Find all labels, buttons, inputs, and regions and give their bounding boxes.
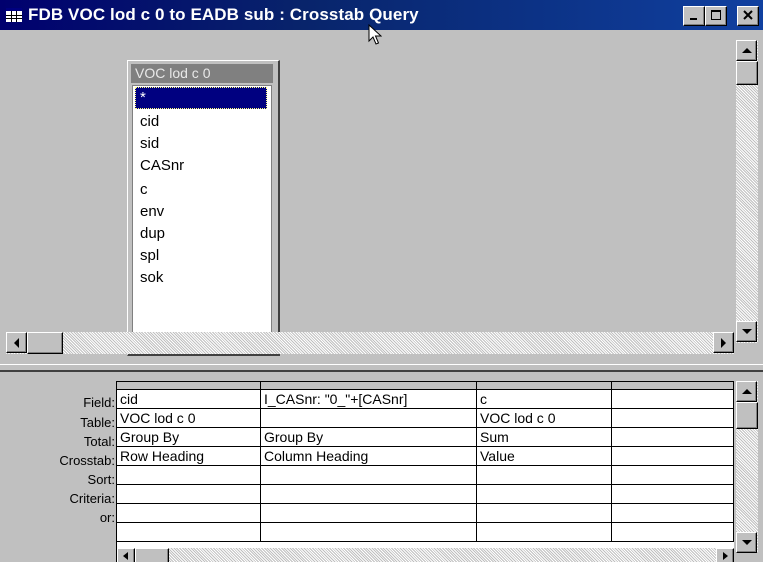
upper-scroll-right-button[interactable] <box>713 332 734 353</box>
column-selector-4[interactable] <box>612 382 734 390</box>
row-label-total: Total: <box>83 434 115 449</box>
upper-horizontal-scrollbar[interactable] <box>6 332 734 354</box>
upper-hscroll-thumb[interactable] <box>27 332 63 354</box>
grid-cell[interactable] <box>477 523 612 542</box>
field-item-spl[interactable]: spl <box>135 245 267 267</box>
row-label-criteria: Criteria: <box>69 491 115 506</box>
grid-cell[interactable]: I_CASnr: "0_"+[CASnr] <box>261 390 477 409</box>
query-design-grid[interactable]: cid VOC lod c 0 Group By Row Heading I_C… <box>116 381 734 562</box>
column-selector-1[interactable] <box>117 382 261 390</box>
upper-scroll-down-button[interactable] <box>736 321 757 342</box>
grid-cell[interactable]: Row Heading <box>117 447 261 466</box>
upper-vertical-scrollbar[interactable] <box>736 40 758 343</box>
grid-vscroll-thumb[interactable] <box>736 402 758 429</box>
grid-scroll-down-button[interactable] <box>736 532 757 553</box>
mouse-cursor-icon <box>368 23 383 51</box>
minimize-button[interactable] <box>683 6 705 26</box>
field-list-title[interactable]: VOC lod c 0 <box>131 64 273 83</box>
grid-cell[interactable] <box>261 409 477 428</box>
grid-cell[interactable] <box>612 485 734 504</box>
row-label-table: Table: <box>80 415 115 430</box>
upper-scroll-left-button[interactable] <box>6 332 27 353</box>
grid-cell[interactable] <box>477 504 612 523</box>
grid-row-labels: Field: Table: Total: Crosstab: Sort: Cri… <box>3 374 115 561</box>
query-design-window: FDB VOC lod c 0 to EADB sub : Crosstab Q… <box>0 0 763 562</box>
field-item-sid[interactable]: sid <box>135 133 267 155</box>
grid-cell[interactable] <box>117 504 261 523</box>
grid-cell[interactable] <box>477 485 612 504</box>
grid-cell[interactable] <box>117 466 261 485</box>
field-item-cid[interactable]: cid <box>135 111 267 133</box>
field-item-env[interactable]: env <box>135 201 267 223</box>
arrow-left-icon <box>123 552 128 560</box>
pane-splitter[interactable] <box>0 364 763 372</box>
field-item-c[interactable]: c <box>135 179 267 201</box>
grid-cell[interactable] <box>117 485 261 504</box>
grid-cell[interactable] <box>261 466 477 485</box>
grid-scroll-left-button[interactable] <box>117 548 135 562</box>
grid-cell[interactable]: VOC lod c 0 <box>117 409 261 428</box>
field-item-sok[interactable]: sok <box>135 267 267 289</box>
grid-scroll-up-button[interactable] <box>736 381 757 402</box>
grid-cell[interactable]: c <box>477 390 612 409</box>
grid-cell[interactable] <box>477 466 612 485</box>
grid-cell[interactable] <box>261 504 477 523</box>
grid-cell[interactable] <box>117 523 261 542</box>
maximize-icon <box>711 10 721 20</box>
grid-cell[interactable] <box>612 409 734 428</box>
row-label-crosstab: Crosstab: <box>59 453 115 468</box>
design-grid-pane: Field: Table: Total: Crosstab: Sort: Cri… <box>3 374 760 562</box>
grid-cell[interactable]: Column Heading <box>261 447 477 466</box>
grid-cell[interactable] <box>612 523 734 542</box>
field-list[interactable]: * cid sid CASnr c env dup spl sok <box>132 85 272 351</box>
arrow-right-icon <box>721 338 726 348</box>
field-item-all[interactable]: * <box>135 87 267 109</box>
arrow-left-icon <box>14 338 19 348</box>
grid-cell[interactable]: Sum <box>477 428 612 447</box>
grid-scroll-right-button[interactable] <box>716 548 734 562</box>
field-item-casnr[interactable]: CASnr <box>135 155 267 177</box>
grid-cell[interactable] <box>612 428 734 447</box>
maximize-button[interactable] <box>705 6 727 26</box>
grid-vertical-scrollbar[interactable] <box>736 381 758 553</box>
grid-hscroll-thumb[interactable] <box>135 548 169 562</box>
arrow-right-icon <box>723 552 728 560</box>
row-label-sort: Sort: <box>87 472 115 487</box>
grid-cell[interactable] <box>261 523 477 542</box>
grid-cell[interactable]: VOC lod c 0 <box>477 409 612 428</box>
grid-cell[interactable] <box>612 447 734 466</box>
field-item-dup[interactable]: dup <box>135 223 267 245</box>
grid-cell[interactable]: Value <box>477 447 612 466</box>
grid-cell[interactable] <box>612 466 734 485</box>
minimize-icon <box>690 18 697 20</box>
grid-cell[interactable]: Group By <box>261 428 477 447</box>
upper-vscroll-thumb[interactable] <box>736 61 758 85</box>
field-list-window[interactable]: VOC lod c 0 * cid sid CASnr c env dup sp… <box>127 60 280 356</box>
grid-cell[interactable] <box>261 485 477 504</box>
table-pane[interactable]: VOC lod c 0 * cid sid CASnr c env dup sp… <box>3 32 760 364</box>
grid-cell[interactable]: Group By <box>117 428 261 447</box>
arrow-up-icon <box>742 48 752 53</box>
column-selector-2[interactable] <box>261 382 477 390</box>
close-icon <box>743 10 753 20</box>
grid-cell[interactable]: cid <box>117 390 261 409</box>
arrow-down-icon <box>742 329 752 334</box>
grid-cell[interactable] <box>612 390 734 409</box>
arrow-down-icon <box>742 540 752 545</box>
close-button[interactable] <box>737 6 759 26</box>
upper-scroll-up-button[interactable] <box>736 40 757 61</box>
window-title: FDB VOC lod c 0 to EADB sub : Crosstab Q… <box>28 5 419 24</box>
query-icon <box>6 8 22 22</box>
grid-horizontal-scrollbar[interactable] <box>117 548 734 562</box>
grid-cell[interactable] <box>612 504 734 523</box>
arrow-up-icon <box>742 389 752 394</box>
row-label-field: Field: <box>83 395 115 410</box>
row-label-or: or: <box>99 510 115 525</box>
column-selector-3[interactable] <box>477 382 612 390</box>
